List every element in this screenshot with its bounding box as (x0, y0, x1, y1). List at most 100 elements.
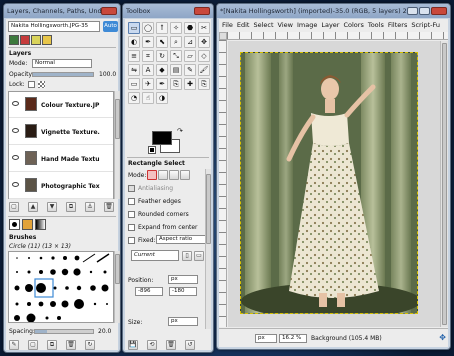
swap-colors-icon[interactable]: ↷ (177, 127, 183, 135)
canvas-vertical-scrollbar[interactable] (440, 41, 448, 327)
size-unit-dropdown[interactable]: px (168, 317, 198, 326)
antialiasing-checkbox[interactable] (128, 185, 135, 192)
mode-add-button[interactable] (158, 170, 168, 180)
layers-dock-window[interactable]: Layers, Channels, Paths, Undo - Bru... N… (3, 3, 121, 353)
scale-icon[interactable]: ⤡ (170, 50, 182, 62)
landscape-button[interactable]: ▭ (194, 251, 204, 261)
foreground-color-swatch[interactable] (152, 131, 172, 145)
brush-grid-scrollbar[interactable] (114, 251, 120, 323)
rounded-corners-checkbox[interactable] (128, 211, 135, 218)
expand-from-center-checkbox[interactable] (128, 224, 135, 231)
position-unit-dropdown[interactable]: px (168, 275, 198, 284)
vertical-ruler[interactable] (219, 40, 227, 327)
zoom-icon[interactable]: ⌕ (170, 36, 182, 48)
minimize-icon[interactable] (407, 7, 418, 15)
dock-tab-brushes[interactable] (9, 219, 20, 230)
layer-row[interactable]: Colour Texture.JP (9, 92, 113, 118)
zoom-dropdown[interactable]: 16.2 % (279, 334, 307, 343)
delete-brush-button[interactable]: 🗑 (66, 340, 76, 350)
opacity-slider[interactable] (32, 72, 94, 77)
ellipse-select-icon[interactable]: ◯ (142, 22, 154, 34)
dodge-burn-icon[interactable]: ◑ (156, 92, 168, 104)
maximize-icon[interactable] (419, 7, 430, 15)
auto-button[interactable]: Auto (103, 21, 118, 32)
brush-grid[interactable] (8, 251, 114, 323)
close-icon[interactable] (431, 7, 447, 15)
portrait-button[interactable]: ▯ (182, 251, 192, 261)
image-selector[interactable]: Nakita Hollingsworth.JPG-35 (8, 21, 100, 32)
dock-tab-paths[interactable] (31, 35, 41, 45)
measure-icon[interactable]: ⊿ (184, 36, 196, 48)
position-x-field[interactable]: -896 (135, 287, 163, 296)
menu-filters[interactable]: Filters (388, 19, 407, 31)
anchor-layer-button[interactable]: ⚓ (85, 202, 95, 212)
mode-subtract-button[interactable] (169, 170, 179, 180)
fixed-dropdown[interactable]: Aspect ratio (156, 235, 208, 244)
layer-row[interactable]: Hand Made Textu (9, 146, 113, 172)
airbrush-icon[interactable]: ✈ (142, 78, 154, 90)
current-value-field[interactable]: Current (131, 250, 179, 261)
ink-icon[interactable]: ✒ (156, 78, 168, 90)
new-brush-button[interactable]: ▢ (28, 340, 38, 350)
mode-replace-button[interactable] (147, 170, 157, 180)
layer-visibility-eye-icon[interactable] (12, 182, 19, 187)
fixed-checkbox[interactable] (128, 237, 135, 244)
duplicate-brush-button[interactable]: ⧉ (47, 340, 57, 350)
menu-view[interactable]: View (278, 19, 293, 31)
shear-icon[interactable]: ▱ (184, 50, 196, 62)
dock-tab-channels[interactable] (20, 35, 30, 45)
reset-options-button[interactable]: ↺ (185, 340, 195, 350)
perspective-clone-icon[interactable]: ⎘ (198, 78, 210, 90)
fuzzy-select-icon[interactable]: ✧ (170, 22, 182, 34)
default-colors-icon[interactable] (148, 146, 156, 154)
select-by-color-icon[interactable]: ⬣ (184, 22, 196, 34)
foreground-select-icon[interactable]: ◐ (128, 36, 140, 48)
dock-tab-layers[interactable] (9, 35, 19, 45)
restore-options-button[interactable]: ⟲ (147, 340, 157, 350)
canvas-vertical-scroll-thumb[interactable] (442, 43, 447, 325)
layer-list[interactable]: Colour Texture.JP Vignette Texture. Hand M… (8, 91, 114, 199)
image-window-titlebar[interactable]: *[Nakita Hollingsworth] (imported)-35.0 … (217, 4, 450, 18)
tool-options-scrollbar[interactable] (205, 169, 211, 329)
layer-mode-dropdown[interactable]: Normal (32, 59, 92, 68)
color-picker-icon[interactable]: ⬉ (156, 36, 168, 48)
menu-tools[interactable]: Tools (368, 19, 384, 31)
navigate-icon[interactable]: ✥ (439, 333, 446, 342)
horizontal-ruler[interactable] (227, 32, 448, 40)
pencil-icon[interactable]: ✎ (184, 64, 196, 76)
rotate-icon[interactable]: ↻ (156, 50, 168, 62)
crop-icon[interactable]: ⌗ (142, 50, 154, 62)
scissors-icon[interactable]: ✂ (198, 22, 210, 34)
paths-icon[interactable]: ✒ (142, 36, 154, 48)
layer-visibility-eye-icon[interactable] (12, 128, 19, 133)
perspective-icon[interactable]: ◇ (198, 50, 210, 62)
feather-edges-checkbox[interactable] (128, 198, 135, 205)
toolbox-window[interactable]: Toolbox ▭ ◯ ꝉ ✧ ⬣ ✂ ◐ ✒ ⬉ ⌕ ⊿ ✥ ≡ ⌗ ↻ ⤡ ▱ ◇ ⇋ A ◆ ▤ ✎ 🖌 ▭ ✈ ✒ ⎘ ✚ ⎘ ◔ ☝… (122, 3, 214, 353)
save-options-button[interactable]: 💾 (128, 340, 138, 350)
layer-visibility-eye-icon[interactable] (12, 155, 19, 160)
menu-edit[interactable]: Edit (237, 19, 250, 31)
menu-file[interactable]: File (222, 19, 233, 31)
image-canvas[interactable] (240, 52, 418, 314)
mode-intersect-button[interactable] (180, 170, 190, 180)
rect-select-icon[interactable]: ▭ (128, 22, 140, 34)
dock-tab-gradients[interactable] (35, 219, 46, 230)
toolbox-titlebar[interactable]: Toolbox (123, 4, 213, 18)
blend-icon[interactable]: ▤ (170, 64, 182, 76)
dock-tab-patterns[interactable] (22, 219, 33, 230)
layer-list-scroll-thumb[interactable] (115, 99, 120, 139)
position-y-field[interactable]: -180 (169, 287, 197, 296)
layer-row[interactable]: Photographic Tex (9, 173, 113, 199)
brush-grid-scroll-thumb[interactable] (115, 254, 120, 284)
refresh-brushes-button[interactable]: ↻ (85, 340, 95, 350)
layers-window-titlebar[interactable]: Layers, Channels, Paths, Undo - Bru... (4, 4, 120, 18)
smudge-icon[interactable]: ☝ (142, 92, 154, 104)
layer-list-scrollbar[interactable] (114, 91, 120, 199)
flip-icon[interactable]: ⇋ (128, 64, 140, 76)
tool-options-scroll-thumb[interactable] (206, 174, 211, 244)
canvas-area[interactable] (228, 41, 440, 327)
text-icon[interactable]: A (142, 64, 154, 76)
menu-layer[interactable]: Layer (321, 19, 339, 31)
delete-layer-button[interactable]: 🗑 (104, 202, 114, 212)
paintbrush-icon[interactable]: 🖌 (198, 64, 210, 76)
